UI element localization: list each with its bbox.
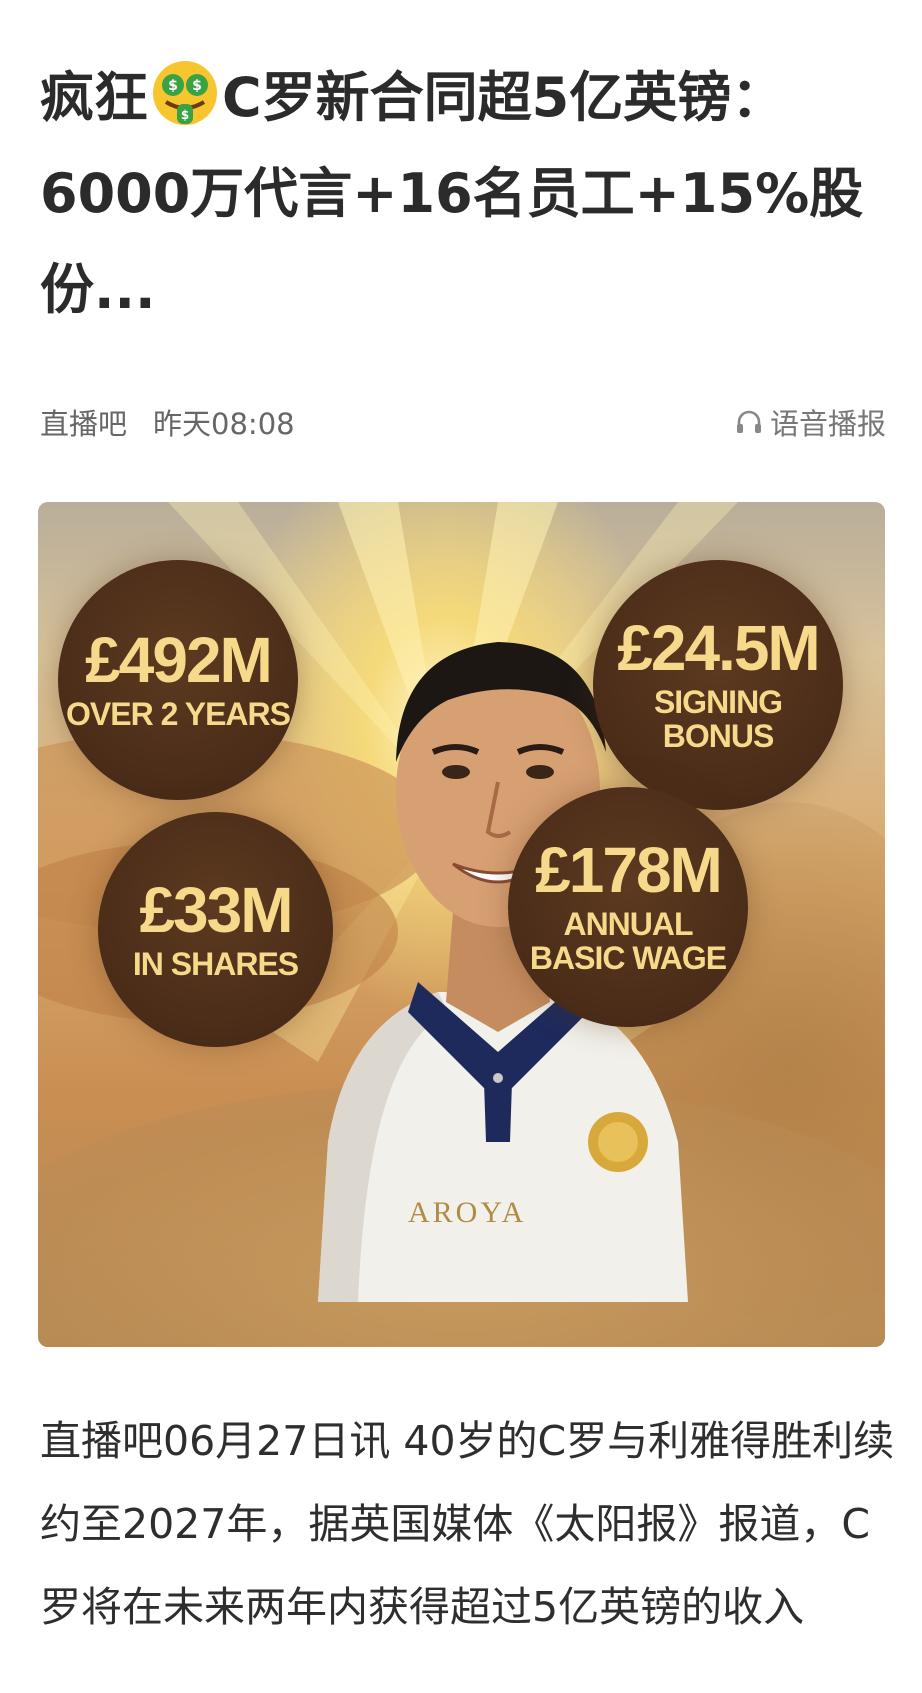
stat-amount: £492M bbox=[85, 624, 273, 697]
audio-broadcast-button[interactable]: 语音播报 bbox=[734, 401, 886, 443]
stat-amount: £24.5M bbox=[617, 612, 820, 685]
article-meta: 直播吧 昨天08:08 语音播报 bbox=[40, 398, 886, 446]
stat-label-line1: SIGNING bbox=[653, 684, 783, 721]
stat-bubble-shares: £33M IN SHARES bbox=[98, 812, 333, 1047]
source-name[interactable]: 直播吧 bbox=[40, 401, 127, 443]
stat-amount: £178M bbox=[535, 834, 723, 907]
svg-text:$: $ bbox=[192, 78, 202, 94]
stat-label: OVER 2 YEARS bbox=[66, 696, 291, 733]
article-body: 直播吧06月27日讯 40岁的C罗与利雅得胜利续约至2027年，据英国媒体《太阳… bbox=[40, 1417, 895, 1631]
stat-bubble-signing-bonus: £24.5M SIGNING BONUS bbox=[593, 560, 843, 810]
headphones-icon bbox=[736, 410, 761, 433]
stat-label-line1: ANNUAL bbox=[563, 906, 693, 943]
svg-text:$: $ bbox=[168, 78, 178, 94]
stat-label-line2: BASIC WAGE bbox=[529, 940, 727, 976]
money-mouth-face-icon: $ $ $ bbox=[150, 58, 220, 128]
title-text-part1: 疯狂 bbox=[40, 66, 148, 129]
jersey-sponsor-text: AROYA bbox=[408, 1196, 526, 1229]
article-title: 疯狂 $ $ $ C罗新合同超5亿英镑：6000万代言+16名员工+15%股份.… bbox=[40, 50, 900, 338]
stat-bubble-annual-wage: £178M ANNUAL BASIC WAGE bbox=[508, 787, 748, 1027]
publish-time: 昨天08:08 bbox=[153, 407, 295, 441]
svg-text:$: $ bbox=[181, 108, 189, 122]
stat-label-line2: BONUS bbox=[662, 718, 775, 754]
stat-amount: £33M bbox=[139, 873, 293, 946]
audio-broadcast-label: 语音播报 bbox=[769, 407, 886, 441]
stat-label: IN SHARES bbox=[132, 945, 299, 982]
hero-image[interactable]: AROYA £492M OVER 2 YEARS £24.5M SIGNING … bbox=[38, 502, 885, 1347]
stat-bubble-total: £492M OVER 2 YEARS bbox=[58, 560, 298, 800]
